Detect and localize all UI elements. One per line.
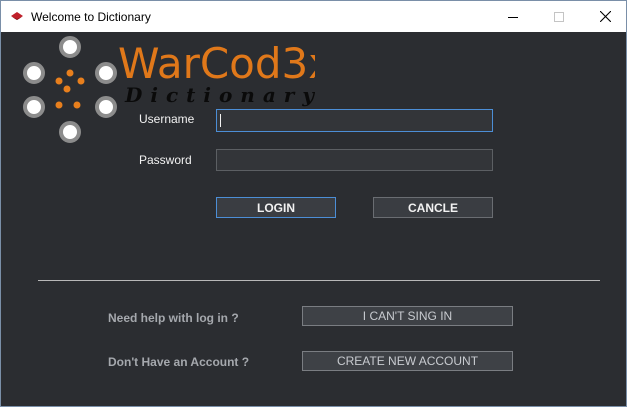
text-caret xyxy=(220,114,221,127)
login-window: Welcome to Dictionary WarCod3x Dictionar… xyxy=(0,0,627,407)
username-input[interactable] xyxy=(216,109,493,132)
logo-brand-text: WarCod3x xyxy=(118,39,315,88)
login-button[interactable]: LOGIN xyxy=(216,197,336,218)
cant-sign-in-button[interactable]: I CAN'T SING IN xyxy=(302,306,513,326)
maximize-button[interactable] xyxy=(536,1,582,32)
cancel-button[interactable]: CANCLE xyxy=(373,197,493,218)
minimize-icon xyxy=(508,16,518,18)
maximize-icon xyxy=(554,11,564,22)
section-divider xyxy=(38,280,600,281)
logo-subtitle-text: Dictionary xyxy=(124,83,315,107)
need-help-text: Need help with log in ? xyxy=(108,311,239,325)
login-panel: WarCod3x Dictionary Username Password LO… xyxy=(1,32,626,406)
username-label: Username xyxy=(139,112,195,126)
close-icon xyxy=(599,11,611,22)
close-button[interactable] xyxy=(582,1,627,32)
no-account-text: Don't Have an Account ? xyxy=(108,355,250,369)
minimize-button[interactable] xyxy=(490,1,536,32)
password-label: Password xyxy=(139,153,192,167)
window-title: Welcome to Dictionary xyxy=(31,10,151,24)
password-input[interactable] xyxy=(216,149,493,171)
app-book-icon xyxy=(11,12,23,20)
create-account-button[interactable]: CREATE NEW ACCOUNT xyxy=(302,351,513,371)
title-bar[interactable]: Welcome to Dictionary xyxy=(1,1,626,32)
